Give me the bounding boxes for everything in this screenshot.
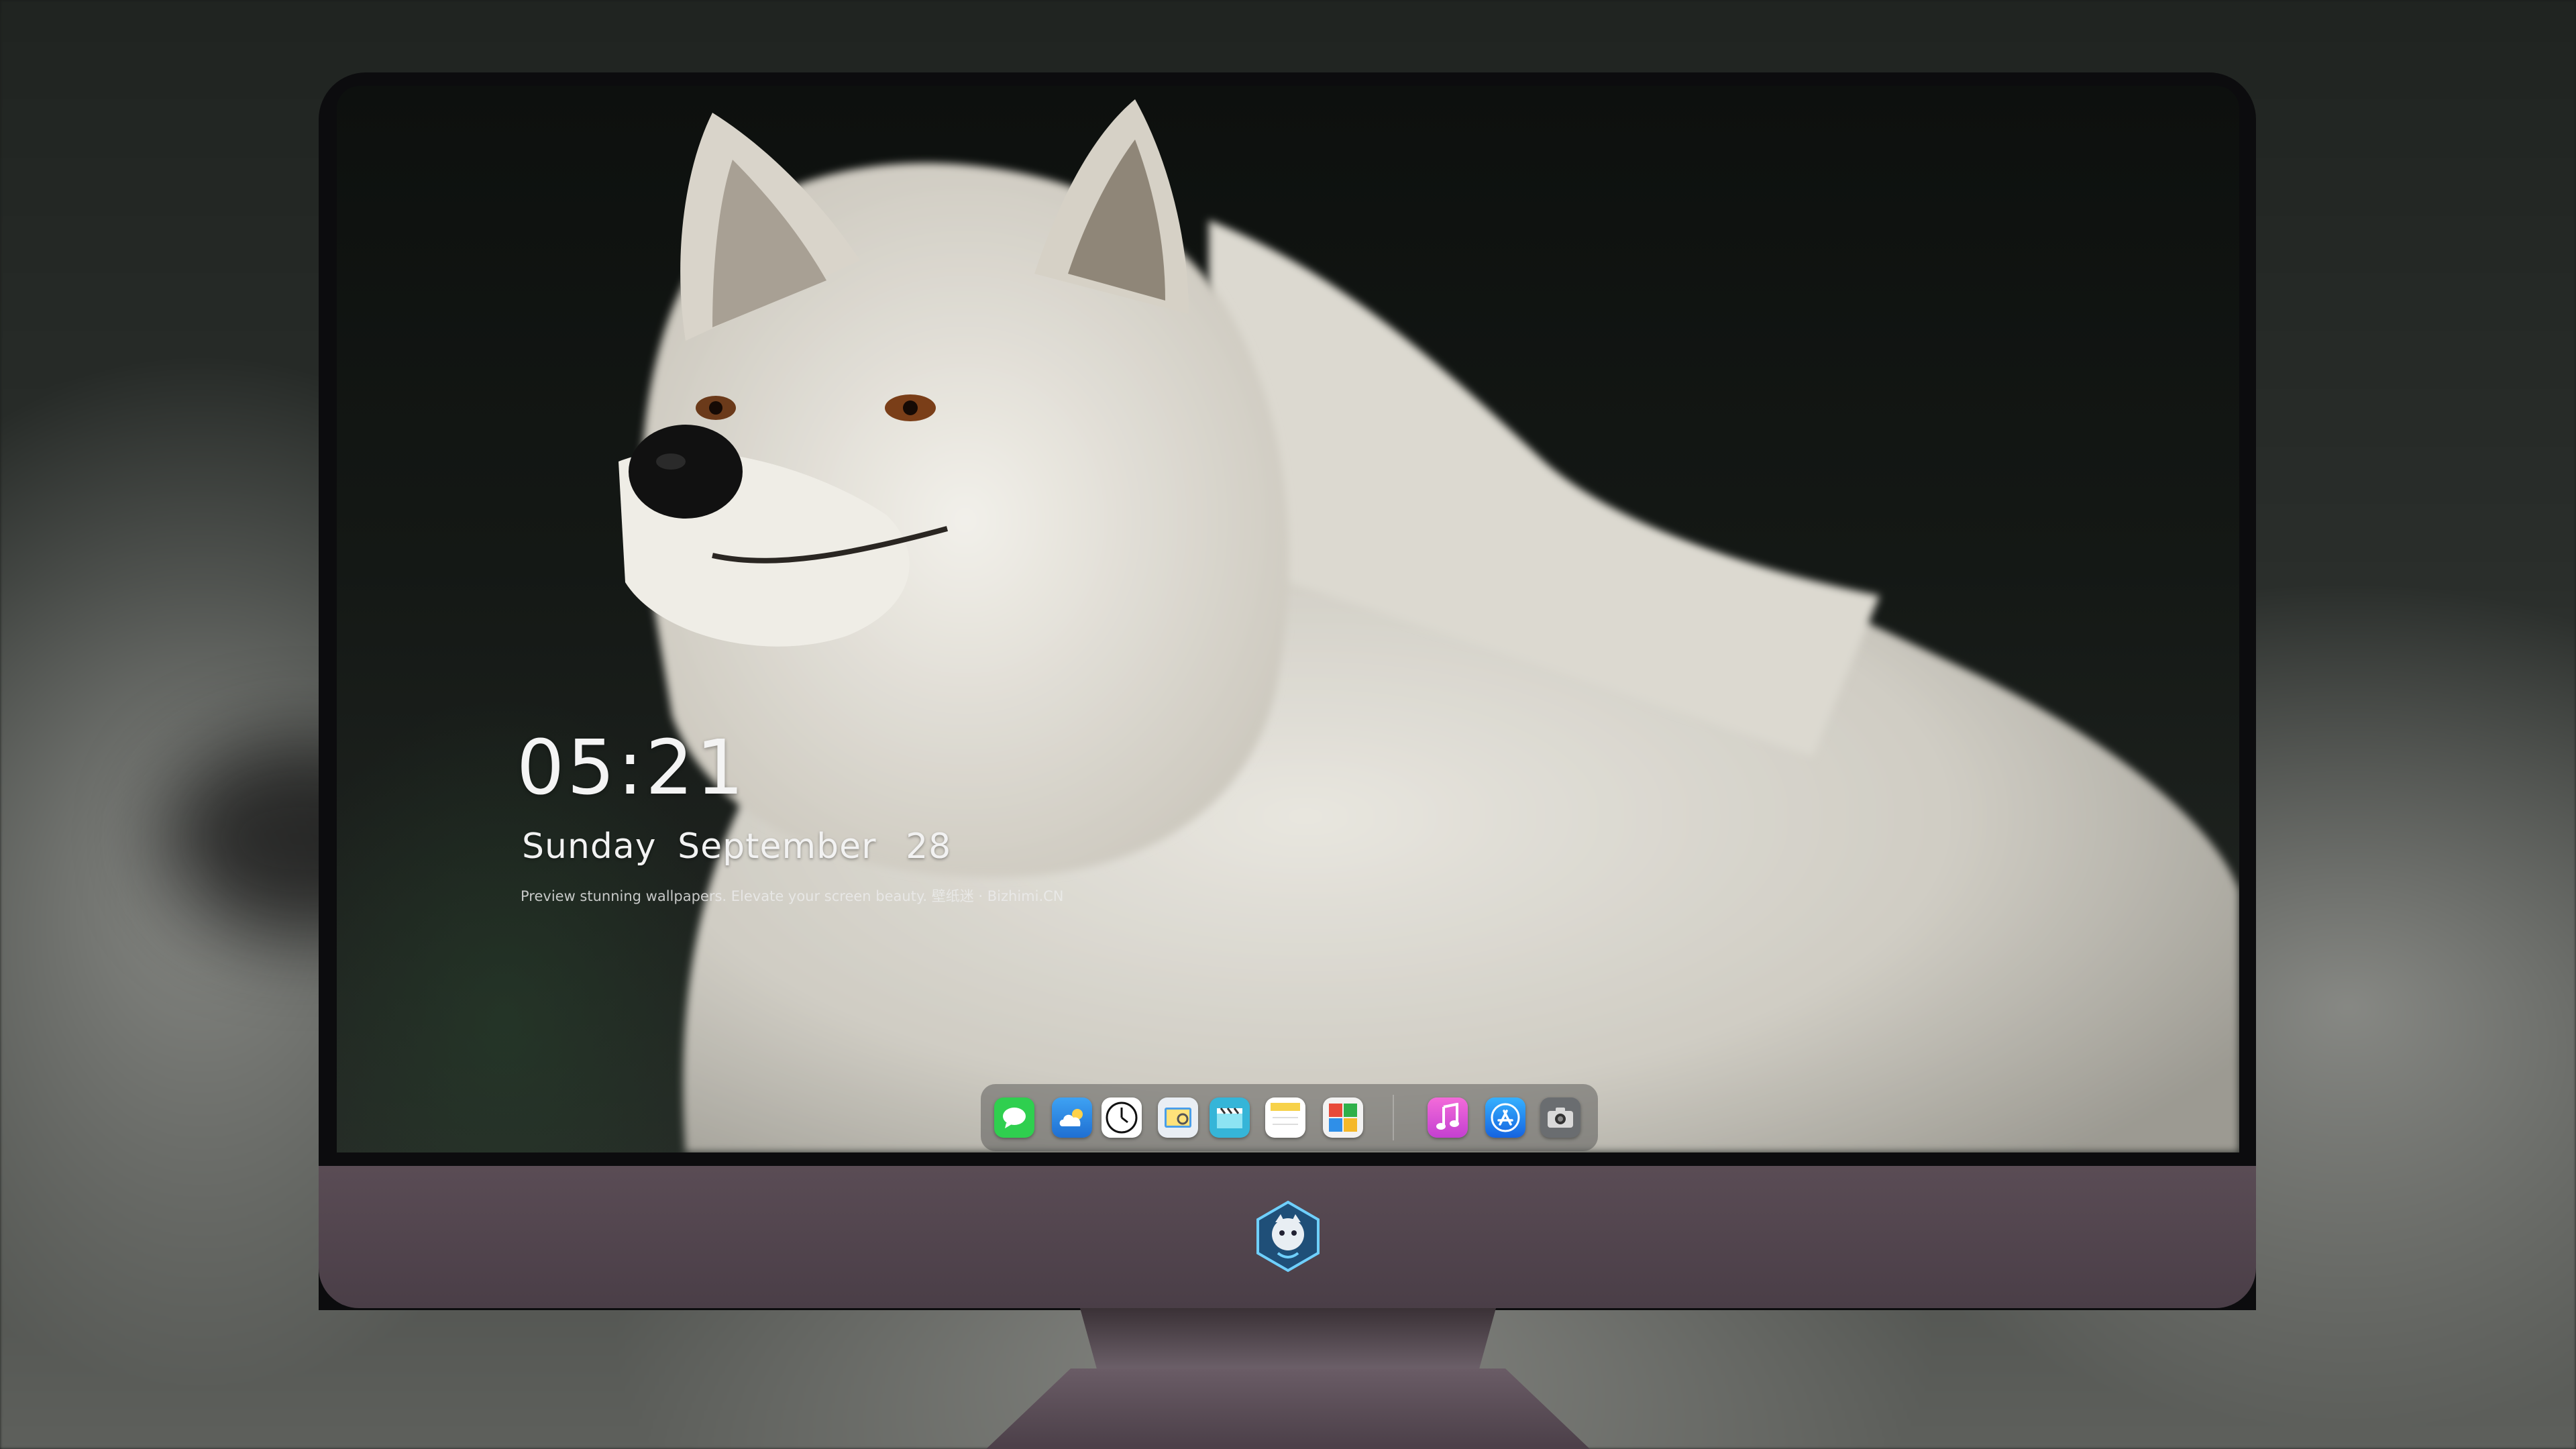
weather-app[interactable] xyxy=(1052,1097,1092,1138)
notes-app[interactable] xyxy=(1265,1097,1305,1138)
monitor-stand-base xyxy=(986,1368,1590,1449)
clock-app[interactable] xyxy=(1102,1097,1142,1138)
messages-app[interactable] xyxy=(994,1097,1034,1138)
date-month: September xyxy=(678,826,877,867)
dock-separator xyxy=(1393,1095,1394,1140)
monitor-stand-neck xyxy=(1080,1308,1496,1368)
video-app[interactable] xyxy=(1210,1097,1250,1138)
lock-screen-time: 05:21 xyxy=(517,724,747,812)
photo-booth-app[interactable] xyxy=(1323,1097,1363,1138)
music-note-icon xyxy=(1436,1103,1459,1130)
camera-icon xyxy=(1548,1108,1573,1128)
app-store-icon xyxy=(1491,1103,1520,1132)
camera-app[interactable] xyxy=(1540,1097,1580,1138)
app-store-app[interactable] xyxy=(1485,1097,1525,1138)
date-day: 28 xyxy=(906,826,952,867)
notes-icon xyxy=(1271,1103,1300,1125)
preview-app[interactable] xyxy=(1158,1097,1198,1138)
photo-viewer-icon xyxy=(1165,1108,1191,1128)
speech-bubble-icon xyxy=(1003,1108,1026,1128)
date-weekday: Sunday xyxy=(522,826,657,867)
wolf-wallpaper-image xyxy=(619,99,2239,1152)
lock-screen-date: Sunday September 28 xyxy=(522,826,951,867)
wallpaper-tagline: Preview stunning wallpapers. Elevate you… xyxy=(521,888,1064,904)
lock-screen: 05:21 Sunday September 28 Preview stunni… xyxy=(337,86,2239,1152)
photo-booth-icon xyxy=(1329,1104,1357,1132)
music-app[interactable] xyxy=(1428,1097,1468,1138)
clock-icon xyxy=(1106,1102,1138,1134)
clapperboard-icon xyxy=(1217,1108,1242,1128)
mascot-logo-icon xyxy=(1256,1200,1320,1273)
cloud-icon xyxy=(1059,1109,1083,1126)
